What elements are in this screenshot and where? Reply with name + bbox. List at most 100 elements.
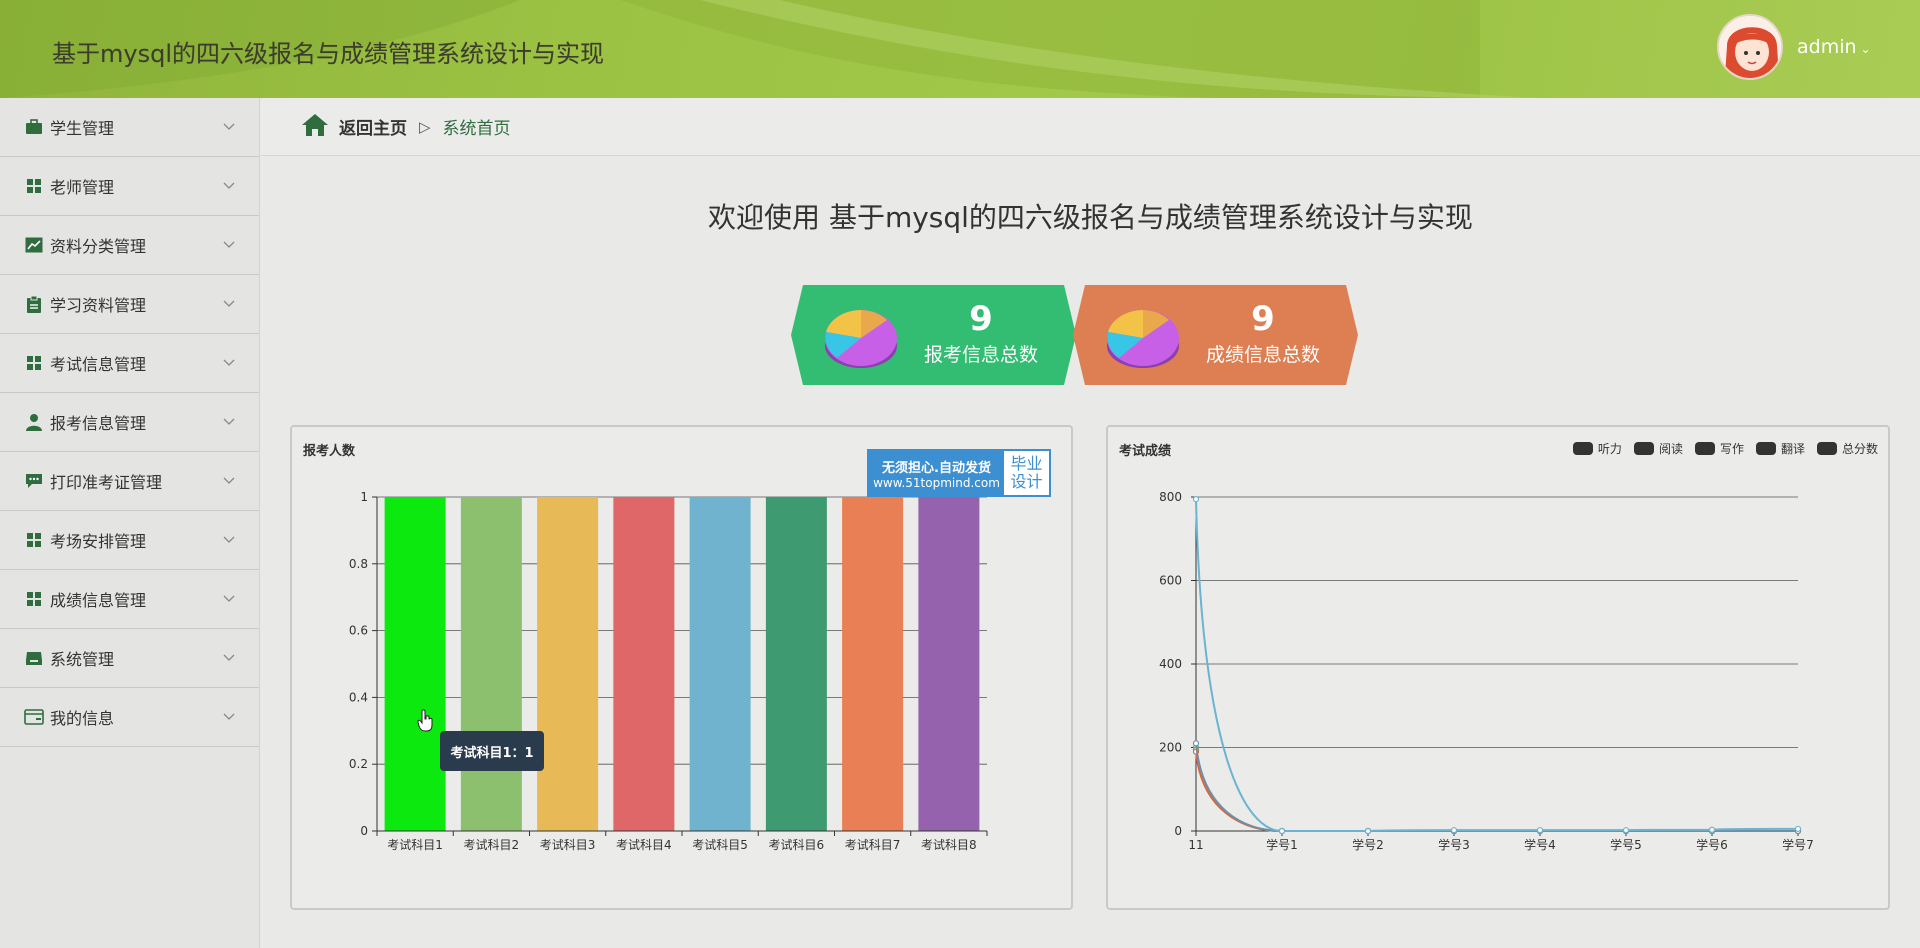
x-tick-label: 考试科目1 xyxy=(387,837,443,852)
sidebar-item-label: 资料分类管理 xyxy=(50,237,147,256)
series-line[interactable] xyxy=(1195,747,1798,833)
y-tick-label: 400 xyxy=(1159,657,1182,671)
chevron-down-icon xyxy=(223,536,235,543)
sidebar-item[interactable]: 打印准考证管理 xyxy=(0,452,259,511)
x-tick-label: 学号1 xyxy=(1266,837,1298,852)
bar[interactable] xyxy=(384,497,446,831)
ad-right1: 毕业 xyxy=(1010,454,1043,473)
sidebar-item-label: 系统管理 xyxy=(50,650,115,669)
sidebar-item[interactable]: 老师管理 xyxy=(0,157,259,216)
data-point[interactable] xyxy=(1708,826,1716,833)
line-chart-panel: 考试成绩 听力 阅读 写作 翻译 总分数 0 200 400 600 800 11 学号1 学号2 学号… xyxy=(1106,425,1890,910)
inbox-icon xyxy=(24,648,44,668)
home-icon[interactable] xyxy=(301,113,329,141)
x-tick-label: 学号3 xyxy=(1438,837,1470,852)
avatar[interactable] xyxy=(1717,14,1783,80)
bar[interactable] xyxy=(460,497,522,831)
grid-icon xyxy=(24,589,44,609)
x-tick-label: 学号5 xyxy=(1610,837,1642,852)
y-tick-label: 0.6 xyxy=(349,624,368,638)
data-point[interactable] xyxy=(1536,827,1544,834)
chevron-down-icon xyxy=(223,477,235,484)
y-tick-label: 0 xyxy=(360,824,368,838)
sidebar-item[interactable]: 学习资料管理 xyxy=(0,275,259,334)
chevron-down-icon xyxy=(223,654,235,661)
bar[interactable] xyxy=(918,497,980,831)
data-point[interactable] xyxy=(1192,495,1200,503)
y-tick-label: 800 xyxy=(1159,490,1182,504)
grid-icon xyxy=(24,353,44,373)
stat-card-registrations[interactable]: 9 报考信息总数 xyxy=(791,285,1076,385)
data-point[interactable] xyxy=(1794,825,1802,833)
bar-chart-panel: 报考人数 0 0.2 0.4 0.6 0.8 1 考试科目1 考试科目2 考试科目3 考试科目4 考… xyxy=(290,425,1073,910)
x-tick-label: 考试科目4 xyxy=(616,837,672,852)
site-title: 基于mysql的四六级报名与成绩管理系统设计与实现 xyxy=(52,40,604,68)
y-tick-label: 0 xyxy=(1174,824,1182,838)
bar-chart: 0 0.2 0.4 0.6 0.8 1 考试科目1 考试科目2 考试科目3 考试科目4 考试科目5 考… xyxy=(349,490,988,852)
y-tick-label: 1 xyxy=(360,490,368,504)
x-tick-label: 学号2 xyxy=(1352,837,1384,852)
series-line[interactable] xyxy=(1195,743,1798,833)
x-tick-label: 考试科目3 xyxy=(540,837,596,852)
sidebar-item[interactable]: 成绩信息管理 xyxy=(0,570,259,629)
top-header: 基于mysql的四六级报名与成绩管理系统设计与实现 admin ⌄ xyxy=(0,0,1920,98)
card-icon xyxy=(24,707,44,727)
breadcrumb-separator: ▷ xyxy=(419,117,431,136)
chevron-down-icon: ⌄ xyxy=(1860,42,1871,56)
sidebar-item-label: 考场安排管理 xyxy=(50,532,147,551)
y-tick-label: 0.2 xyxy=(349,757,368,771)
pie-chart-icon xyxy=(1107,310,1179,368)
grid-icon xyxy=(24,530,44,550)
clipboard-icon xyxy=(24,294,44,314)
stat-card-scores[interactable]: 9 成绩信息总数 xyxy=(1073,285,1358,385)
x-tick-label: 学号7 xyxy=(1782,837,1814,852)
back-home-link[interactable]: 返回主页 xyxy=(339,114,407,139)
user-menu[interactable]: admin ⌄ xyxy=(1797,36,1871,58)
sidebar-item[interactable]: 我的信息 xyxy=(0,688,259,747)
bar[interactable] xyxy=(613,497,675,831)
data-point[interactable] xyxy=(1192,740,1200,747)
y-tick-label: 200 xyxy=(1159,741,1182,755)
user-icon xyxy=(24,412,44,432)
breadcrumb: 返回主页 ▷ 系统首页 xyxy=(261,98,1920,156)
ad-line1: 无须担心.自动发货 xyxy=(882,460,991,476)
sidebar-item[interactable]: 报考信息管理 xyxy=(0,393,259,452)
ad-badge[interactable]: 无须担心.自动发货 www.51topmind.com 毕业 设计 xyxy=(867,449,1051,497)
sidebar-item[interactable]: 学生管理 xyxy=(0,98,259,157)
chevron-down-icon xyxy=(223,713,235,720)
sidebar-item[interactable]: 考试信息管理 xyxy=(0,334,259,393)
stat-label: 报考信息总数 xyxy=(923,344,1038,366)
line-chart-icon xyxy=(24,235,44,255)
x-tick-label: 考试科目5 xyxy=(692,837,748,852)
bar[interactable] xyxy=(689,497,751,831)
data-point[interactable] xyxy=(1278,827,1286,835)
sidebar-item-label: 我的信息 xyxy=(50,709,115,728)
bar[interactable] xyxy=(537,497,599,831)
sidebar-item[interactable]: 考场安排管理 xyxy=(0,511,259,570)
ad-right2: 设计 xyxy=(1010,472,1043,491)
x-tick-label: 考试科目7 xyxy=(845,837,901,852)
y-tick-label: 0.4 xyxy=(349,690,368,704)
series-line[interactable] xyxy=(1195,749,1798,833)
chevron-down-icon xyxy=(223,241,235,248)
y-tick-label: 0.8 xyxy=(349,557,368,571)
data-point[interactable] xyxy=(1364,827,1372,835)
sidebar: 学生管理老师管理资料分类管理学习资料管理 考试信息管理报考信息管理 打印准考证管理考… xyxy=(0,98,260,948)
series-line[interactable] xyxy=(1195,751,1798,833)
x-tick-label: 考试科目8 xyxy=(921,837,977,852)
sidebar-item-label: 报考信息管理 xyxy=(50,414,147,433)
data-point[interactable] xyxy=(1450,827,1458,834)
sidebar-item-label: 打印准考证管理 xyxy=(50,473,163,492)
grid-icon xyxy=(24,176,44,196)
sidebar-item[interactable]: 资料分类管理 xyxy=(0,216,259,275)
bar[interactable] xyxy=(765,497,827,831)
x-tick-label: 11 xyxy=(1188,838,1203,852)
chat-icon xyxy=(24,471,44,491)
ad-left: 无须担心.自动发货 www.51topmind.com xyxy=(869,451,1004,495)
chevron-down-icon xyxy=(223,300,235,307)
series-line[interactable] xyxy=(1195,499,1799,833)
sidebar-item-label: 学生管理 xyxy=(50,119,115,138)
bar[interactable] xyxy=(842,497,904,831)
sidebar-item[interactable]: 系统管理 xyxy=(0,629,259,688)
data-point[interactable] xyxy=(1622,827,1630,834)
